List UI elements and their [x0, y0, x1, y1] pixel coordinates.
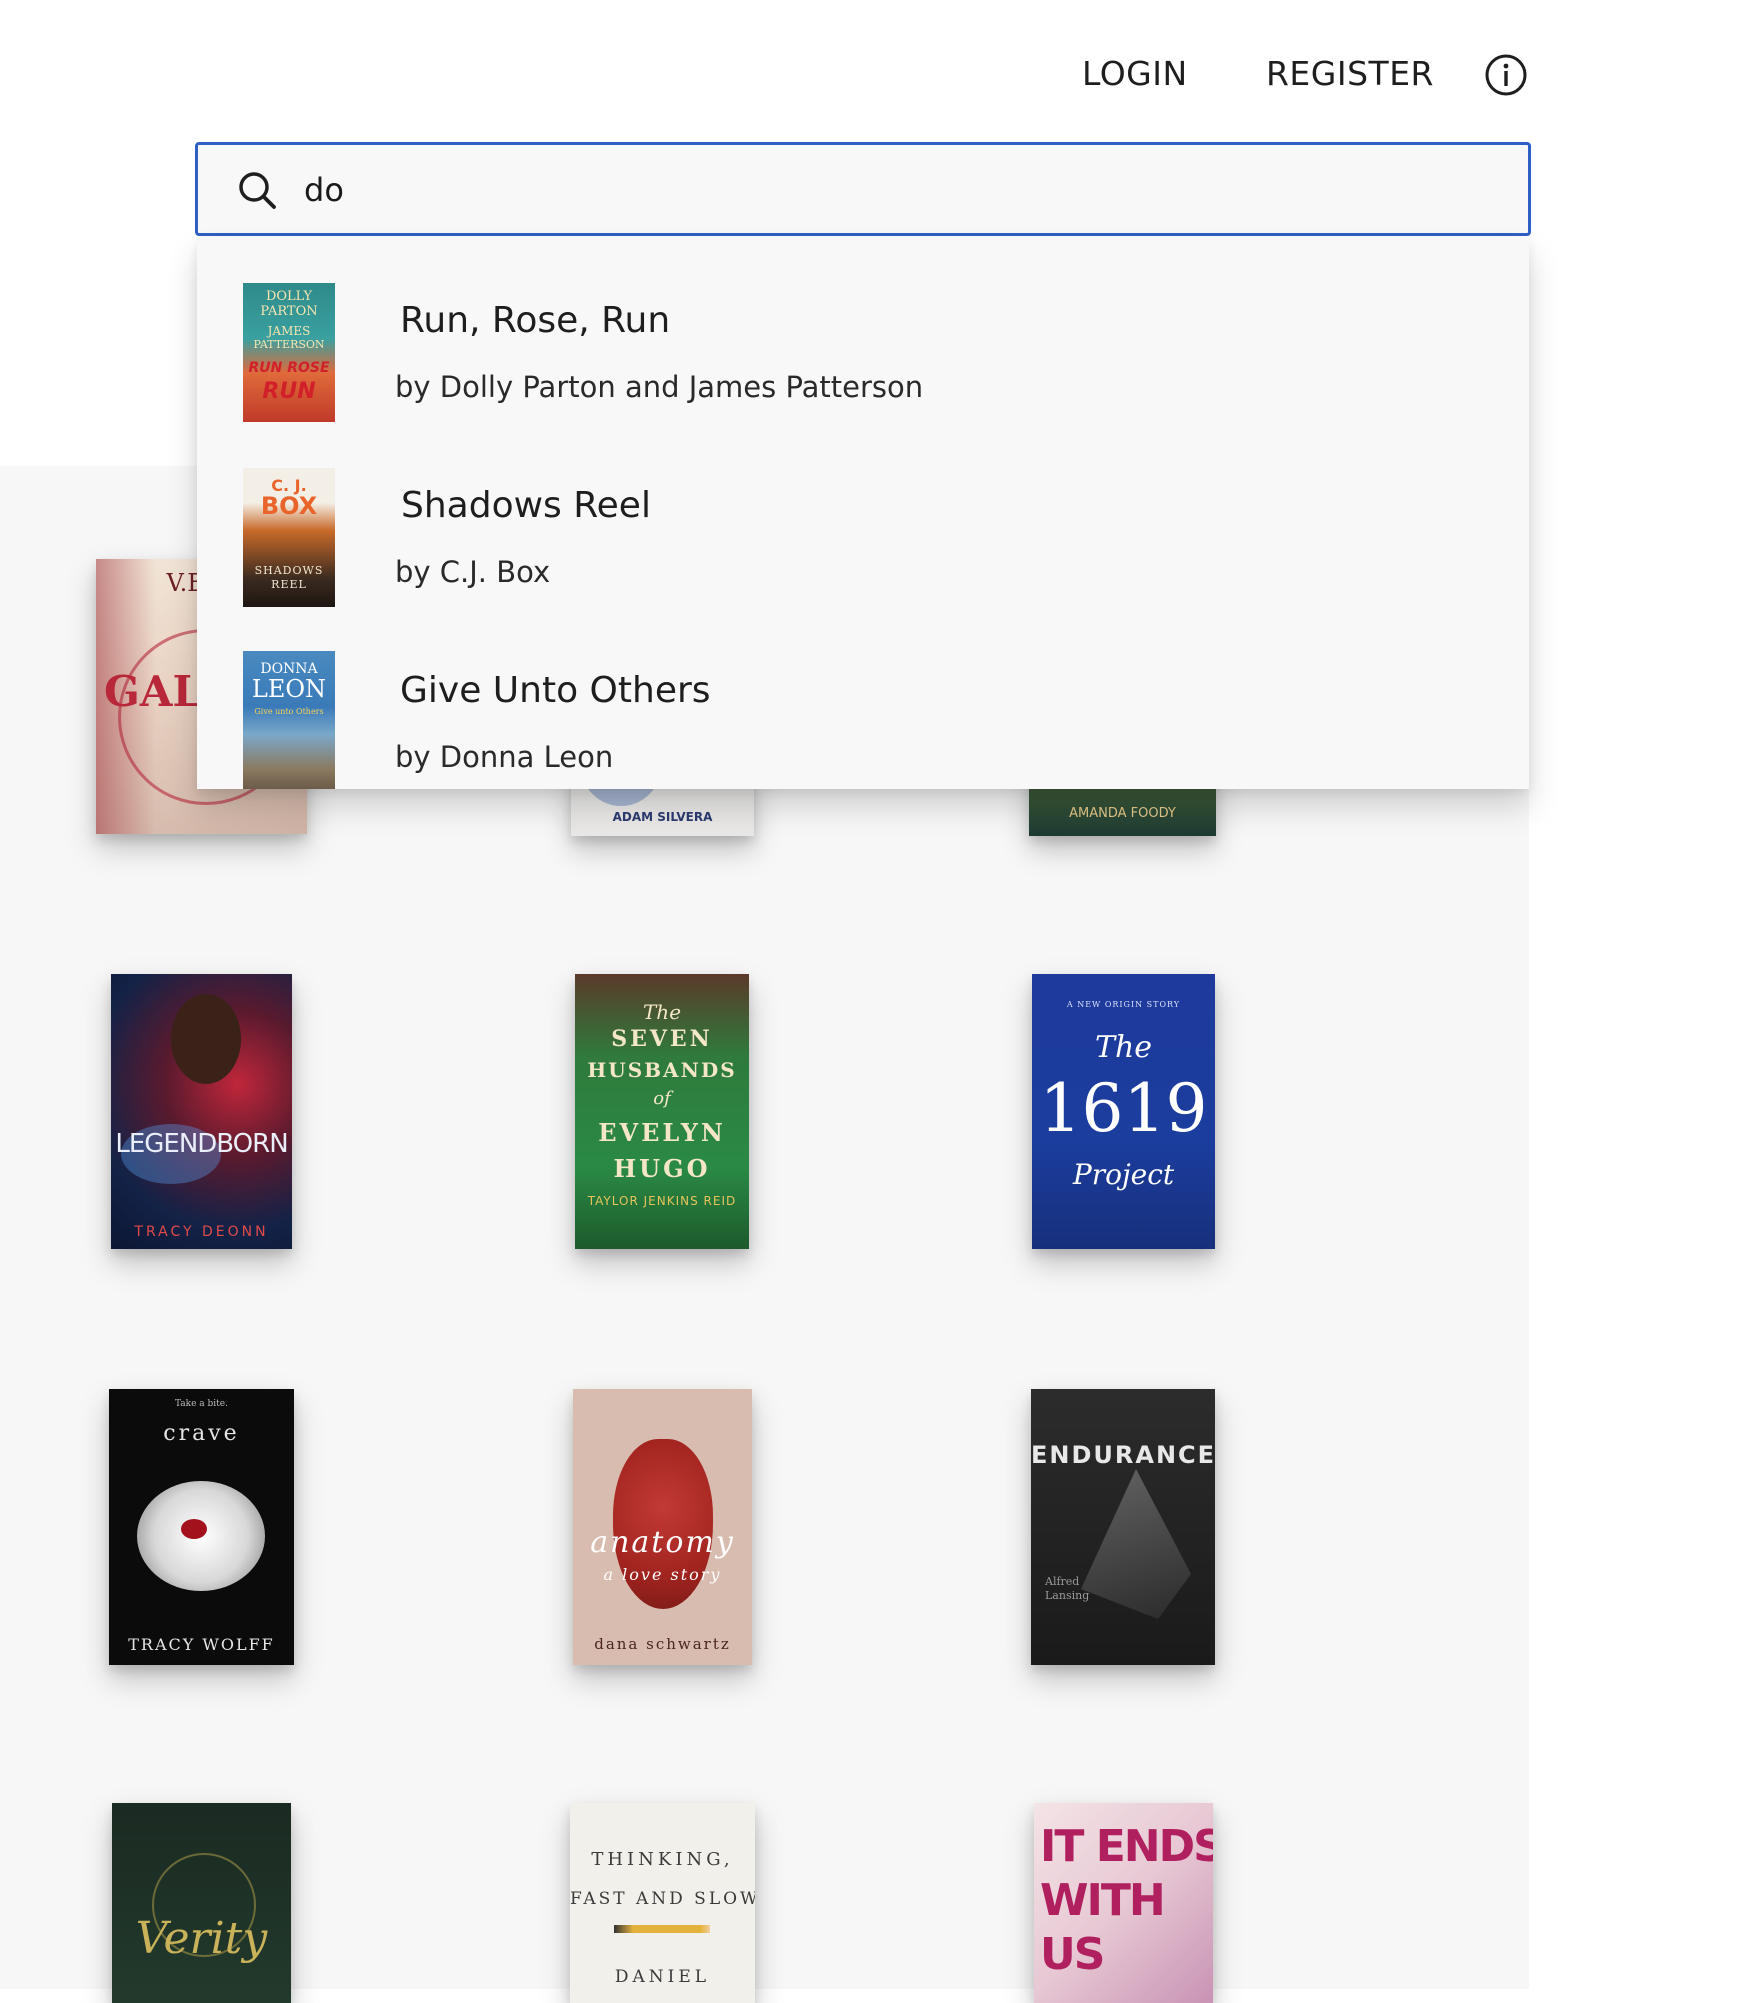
book-cover-text: IT ENDS [1040, 1821, 1213, 1872]
book-cover-text: TRACY DEONN [134, 1224, 269, 1240]
cover-text: PATTERSON [253, 338, 325, 351]
suggestion-book-cover: DOLLY PARTON JAMES PATTERSON RUN ROSE RU… [243, 283, 335, 422]
cover-text: Give unto Others [254, 707, 324, 716]
book-cover[interactable]: Verity [112, 1803, 291, 2003]
search-icon [239, 172, 276, 209]
book-cover-text: ADAM SILVERA [612, 810, 713, 824]
info-icon[interactable] [1484, 53, 1528, 97]
cover-text: REEL [271, 578, 307, 591]
book-cover-text: Alfred [1045, 1575, 1080, 1588]
book-cover-text: EVELYN [598, 1118, 726, 1147]
cover-text: PARTON [260, 304, 318, 319]
cover-text: JAMES [267, 324, 311, 338]
book-cover-text: TRACY WOLFF [128, 1635, 275, 1654]
suggestion-author: by Donna Leon [395, 740, 614, 774]
book-cover-text: US [1040, 1929, 1105, 1980]
book-cover-text: DANIEL [614, 1967, 711, 1987]
book-cover-text: HUGO [613, 1154, 711, 1183]
suggestion-book-cover: C. J. BOX SHADOWS REEL [243, 468, 335, 607]
book-cover-text: A NEW ORIGIN STORY [1066, 1000, 1181, 1009]
suggestion-book-cover: DONNA LEON Give unto Others [243, 651, 335, 789]
book-cover-text: TAYLOR JENKINS REID [587, 1194, 737, 1208]
book-cover-text: AMANDA FOODY [1069, 806, 1176, 821]
book-cover-text: a love story [603, 1565, 722, 1584]
search-input[interactable] [302, 159, 1486, 221]
suggestion-title: Run, Rose, Run [400, 300, 671, 341]
cover-text: DOLLY [265, 289, 313, 304]
book-cover-text: HUSBANDS [587, 1058, 737, 1082]
book-cover[interactable]: anatomy a love story dana schwartz [573, 1389, 752, 1665]
suggestion-item[interactable]: DONNA LEON Give unto Others Give Unto Ot… [197, 608, 1529, 789]
suggestion-item[interactable]: C. J. BOX SHADOWS REEL Shadows Reel by C… [197, 423, 1529, 607]
cover-text: SHADOWS [254, 564, 324, 577]
search-bar[interactable] [195, 142, 1531, 236]
cover-text: RUN ROSE [248, 360, 330, 376]
book-cover[interactable]: LEGENDBORN TRACY DEONN [111, 974, 292, 1249]
book-cover[interactable]: A NEW ORIGIN STORY The 1619 Project [1032, 974, 1215, 1249]
book-cover-text: 1619 [1039, 1070, 1208, 1147]
suggestion-author: by Dolly Parton and James Patterson [395, 370, 924, 404]
cover-text: LEON [251, 675, 327, 703]
suggestion-title: Shadows Reel [401, 485, 651, 526]
suggestion-item[interactable]: DOLLY PARTON JAMES PATTERSON RUN ROSE RU… [197, 238, 1529, 422]
book-cover-text: crave [163, 1421, 240, 1446]
book-cover[interactable]: THINKING, FAST AND SLOW DANIEL [570, 1803, 755, 2003]
book-cover[interactable]: ENDURANCE Alfred Lansing [1031, 1389, 1215, 1665]
register-link[interactable]: REGISTER [1266, 50, 1434, 98]
book-cover-text: Project [1072, 1158, 1175, 1191]
book-cover-text: SEVEN [611, 1026, 713, 1052]
suggestion-title: Give Unto Others [400, 670, 711, 711]
book-cover-text: Lansing [1045, 1589, 1090, 1602]
book-cover-text: THINKING, [591, 1849, 734, 1870]
book-cover[interactable]: The SEVEN HUSBANDS of EVELYN HUGO TAYLOR… [575, 974, 749, 1249]
login-link[interactable]: LOGIN [1082, 50, 1188, 98]
book-cover-text: Take a bite. [175, 1399, 228, 1409]
book-cover-text: of [653, 1088, 671, 1109]
book-cover-text: ENDURANCE [1031, 1441, 1215, 1469]
book-cover[interactable]: IT ENDS WITH US [1034, 1803, 1213, 2003]
cover-text: RUN [262, 379, 316, 404]
search-suggestions: DOLLY PARTON JAMES PATTERSON RUN ROSE RU… [197, 238, 1529, 789]
cover-text: BOX [260, 492, 318, 520]
book-cover-text: Verity [135, 1913, 268, 1964]
book-cover-text: LEGENDBORN [115, 1129, 288, 1159]
book-cover-text: WITH [1040, 1875, 1166, 1926]
book-cover-text: dana schwartz [594, 1635, 731, 1653]
book-cover-text: The [642, 1000, 682, 1024]
book-cover-text: FAST AND SLOW [570, 1889, 755, 1909]
book-cover-text: anatomy [590, 1525, 735, 1560]
book-cover-text: The [1094, 1030, 1153, 1065]
book-cover[interactable]: Take a bite. crave TRACY WOLFF [109, 1389, 294, 1665]
suggestion-author: by C.J. Box [395, 555, 551, 589]
